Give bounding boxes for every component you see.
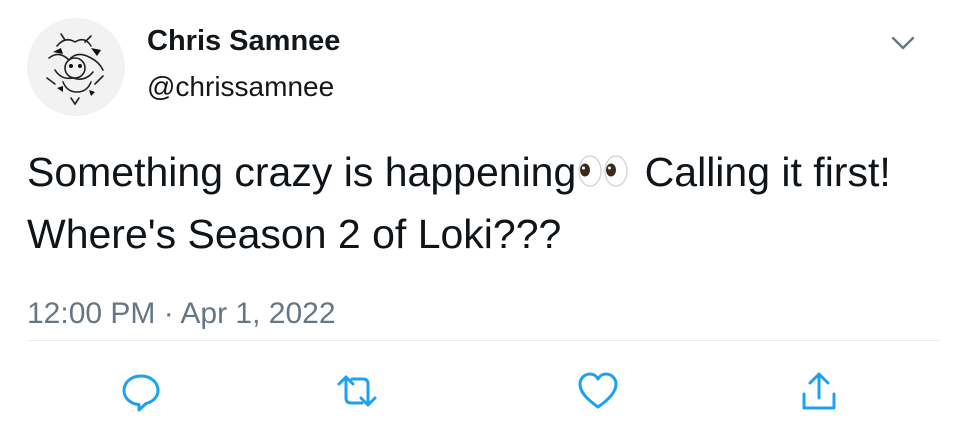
author-display-name[interactable]: Chris Samnee [147, 25, 340, 58]
divider [27, 340, 939, 341]
tweet-timestamp[interactable]: 12:00 PM · Apr 1, 2022 [27, 297, 336, 331]
tweet-text: Something crazy is happening Calling it … [27, 141, 927, 265]
author-handle[interactable]: @chrissamnee [147, 71, 334, 103]
sketch-avatar-icon [27, 18, 125, 116]
reply-icon[interactable] [118, 368, 164, 414]
share-icon[interactable] [796, 368, 842, 414]
like-icon[interactable] [575, 368, 621, 414]
tweet-text-part-1: Something crazy is happening [27, 149, 577, 195]
chevron-down-icon[interactable] [886, 29, 920, 57]
eyes-emoji-icon [577, 152, 629, 190]
avatar[interactable] [27, 18, 125, 116]
retweet-icon[interactable] [334, 368, 380, 414]
